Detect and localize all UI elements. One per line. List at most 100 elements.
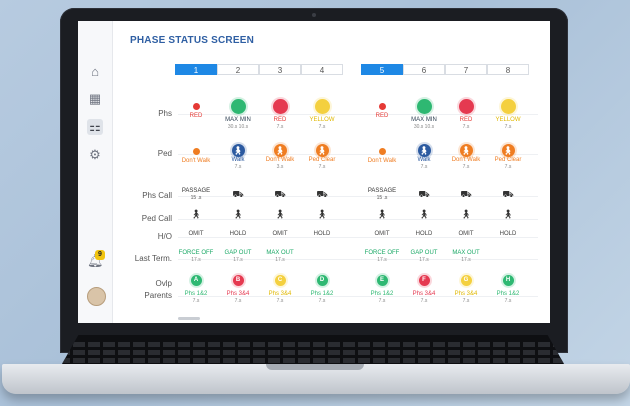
ovlp-cell-5[interactable]: E <box>359 275 405 286</box>
ovlp-cell-4[interactable]: D <box>299 275 345 286</box>
ped-state-label: Ped Clear <box>494 157 522 163</box>
phs-cell-1[interactable]: RED <box>173 99 219 120</box>
phs-cell-2[interactable]: MAX MIN 30.s 10.s <box>215 99 261 131</box>
column-header-7[interactable]: 7 <box>445 64 487 75</box>
ho-cell-1[interactable]: OMIT <box>173 231 219 238</box>
phs-cell-3[interactable]: RED 7.s <box>257 99 303 131</box>
phs-cell-6[interactable]: MAX MIN 30.s 10.s <box>401 99 447 131</box>
traffic-light-icon[interactable]: ⚏ <box>87 119 103 135</box>
overlap-h-icon[interactable]: H <box>502 275 514 286</box>
ped-cell-3[interactable]: 🚶︎ Don't Walk 3.s <box>257 144 303 171</box>
overlap-d-icon[interactable]: D <box>316 275 328 286</box>
overlap-a-icon[interactable]: A <box>190 275 202 286</box>
termination-type: GAP OUT <box>410 250 438 256</box>
termination-type: GAP OUT <box>224 250 252 256</box>
ped_call-cell-4[interactable]: 🚶︎ <box>299 209 345 220</box>
phs_call-cell-4[interactable]: ⛟ <box>299 188 345 199</box>
ho-cell-8[interactable]: HOLD <box>485 231 531 238</box>
phs_call-cell-3[interactable]: ⛟ <box>257 188 303 199</box>
hold-omit-state: HOLD <box>229 231 247 237</box>
parents-cell-4[interactable]: Phs 1&2 7.s <box>299 291 345 305</box>
phs_call-cell-6[interactable]: ⛟ <box>401 188 447 199</box>
phs-cell-8[interactable]: YELLOW 7.s <box>485 99 531 131</box>
ho-cell-7[interactable]: OMIT <box>443 231 489 238</box>
ped-cell-1[interactable]: Don't Walk <box>173 144 219 165</box>
parents-cell-5[interactable]: Phs 1&2 7.s <box>359 291 405 305</box>
phs-cell-4[interactable]: YELLOW 7.s <box>299 99 345 131</box>
last_term-cell-1[interactable]: FORCE OFF 17.s <box>173 250 219 264</box>
ho-cell-4[interactable]: HOLD <box>299 231 345 238</box>
ovlp-cell-2[interactable]: B <box>215 275 261 286</box>
ped_call-cell-8[interactable]: 🚶︎ <box>485 210 531 220</box>
phs-cell-7[interactable]: RED 7.s <box>443 99 489 131</box>
phs-cell-5[interactable]: RED <box>359 99 405 120</box>
phs_call-cell-1[interactable]: PASSAGE 15 .s <box>173 188 219 202</box>
parents-cell-6[interactable]: Phs 3&4 7.s <box>401 291 447 305</box>
horizontal-scrollbar[interactable] <box>178 317 200 320</box>
vehicle-icon: ⛟ <box>274 189 286 199</box>
ovlp-cell-1[interactable]: A <box>173 275 219 286</box>
overlap-b-icon[interactable]: B <box>232 275 244 286</box>
pedestrian-call-icon: 🚶︎ <box>316 209 328 219</box>
column-header-3[interactable]: 3 <box>259 64 301 75</box>
phs-state-label: YELLOW <box>495 117 521 123</box>
parent-timer: 7.s <box>234 298 242 304</box>
last_term-cell-6[interactable]: GAP OUT 17.s <box>401 250 447 264</box>
ovlp-cell-7[interactable]: G <box>443 275 489 286</box>
ped-cell-4[interactable]: 🚶︎ Ped Clear 7.s <box>299 144 345 171</box>
ho-cell-6[interactable]: HOLD <box>401 231 447 238</box>
phs_call-cell-8[interactable]: ⛟ <box>485 188 531 199</box>
ho-cell-3[interactable]: OMIT <box>257 231 303 238</box>
column-header-8[interactable]: 8 <box>487 64 529 75</box>
last_term-cell-3[interactable]: MAX OUT 17.s <box>257 250 303 264</box>
column-header-4[interactable]: 4 <box>301 64 343 75</box>
ped_call-cell-5[interactable]: 🚶︎ <box>359 209 405 220</box>
parents-cell-8[interactable]: Phs 1&2 7.s <box>485 291 531 305</box>
parent-timer: 7.s <box>462 298 470 304</box>
overlap-e-icon[interactable]: E <box>376 275 388 286</box>
ped_call-cell-3[interactable]: 🚶︎ <box>257 210 303 220</box>
ped-cell-5[interactable]: Don't Walk <box>359 144 405 165</box>
phs_call-cell-7[interactable]: ⛟ <box>443 188 489 199</box>
settings-icon[interactable]: ⚙ <box>87 147 103 163</box>
ped-cell-8[interactable]: 🚶︎ Ped Clear 7.s <box>485 144 531 171</box>
overlap-g-icon[interactable]: G <box>460 275 472 286</box>
ovlp-cell-3[interactable]: C <box>257 275 303 286</box>
ped_call-cell-6[interactable]: 🚶︎ <box>401 209 447 220</box>
column-header-2[interactable]: 2 <box>217 64 259 75</box>
ped_call-cell-2[interactable]: 🚶︎ <box>215 210 261 220</box>
pedestrian-call-icon: 🚶︎ <box>418 209 430 219</box>
column-header-1[interactable]: 1 <box>175 64 217 75</box>
phs_call-cell-2[interactable]: ⛟ <box>215 188 261 199</box>
ped-cell-2[interactable]: 🚶︎ Walk 7.s <box>215 144 261 171</box>
parents-cell-7[interactable]: Phs 3&4 7.s <box>443 291 489 305</box>
ho-cell-5[interactable]: OMIT <box>359 231 405 238</box>
overlap-f-icon[interactable]: F <box>418 275 430 286</box>
ovlp-cell-6[interactable]: F <box>401 275 447 286</box>
phs-timer: 30.s 10.s <box>227 124 249 130</box>
parents-cell-2[interactable]: Phs 3&4 7.s <box>215 291 261 305</box>
pedestrian-icon: 🚶︎ <box>315 144 329 157</box>
ped-cell-7[interactable]: 🚶︎ Don't Walk 7.s <box>443 144 489 171</box>
ovlp-cell-8[interactable]: H <box>485 275 531 286</box>
last_term-cell-5[interactable]: FORCE OFF 17.s <box>359 250 405 264</box>
column-header-5[interactable]: 5 <box>361 64 403 75</box>
parents-cell-1[interactable]: Phs 1&2 7.s <box>173 291 219 305</box>
ho-cell-2[interactable]: HOLD <box>215 231 261 238</box>
grid-icon[interactable]: ▦ <box>87 91 103 107</box>
pedestrian-call-icon: 🚶︎ <box>376 209 388 219</box>
termination-timer: 17.s <box>377 257 387 263</box>
last_term-cell-2[interactable]: GAP OUT 17.s <box>215 250 261 264</box>
parents-cell-3[interactable]: Phs 3&4 7.s <box>257 291 303 305</box>
ped_call-cell-7[interactable]: 🚶︎ <box>443 210 489 220</box>
termination-type: FORCE OFF <box>364 250 400 256</box>
last_term-cell-7[interactable]: MAX OUT 17.s <box>443 250 489 264</box>
ped-cell-6[interactable]: 🚶︎ Walk 7.s <box>401 144 447 171</box>
camera <box>312 13 316 17</box>
overlap-c-icon[interactable]: C <box>274 275 286 286</box>
avatar[interactable] <box>87 287 106 306</box>
home-icon[interactable]: ⌂ <box>87 63 103 79</box>
column-header-6[interactable]: 6 <box>403 64 445 75</box>
phs_call-cell-5[interactable]: PASSAGE 15 .s <box>359 188 405 202</box>
ped_call-cell-1[interactable]: 🚶︎ <box>173 210 219 220</box>
